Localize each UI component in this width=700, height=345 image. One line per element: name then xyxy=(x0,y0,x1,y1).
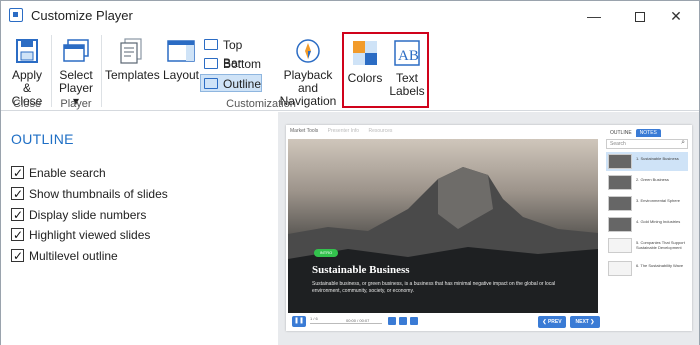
group-label-player: Player xyxy=(60,98,92,110)
player-sidebar: OUTLINENOTES Search 1. Sustainable Busin… xyxy=(604,127,690,327)
show-thumbnails-checkbox[interactable]: Show thumbnails of slides xyxy=(11,186,168,202)
layout-button[interactable]: Layout xyxy=(161,37,201,82)
playback-label-1: Playback and xyxy=(283,68,333,95)
volume-icon[interactable] xyxy=(399,317,407,325)
outline-item[interactable]: 6. The Sustainability Wave xyxy=(606,259,688,278)
templates-label: Templates xyxy=(105,68,160,82)
compass-icon xyxy=(296,39,320,63)
templates-icon xyxy=(120,38,142,64)
ribbon-separator xyxy=(101,35,102,107)
slide-thumbnail xyxy=(608,175,632,190)
outline-settings-panel: OUTLINE Enable search Show thumbnails of… xyxy=(1,112,278,345)
slide-thumbnail xyxy=(608,196,632,211)
title-bar: Customize Player — ✕ xyxy=(1,1,699,31)
option-label: Highlight viewed slides xyxy=(29,228,151,242)
outline-heading: OUTLINE xyxy=(11,131,74,147)
checkbox-checked-icon xyxy=(11,227,24,243)
tab-notes[interactable]: NOTES xyxy=(635,129,661,137)
outline-item[interactable]: 3. Environmental Sphere xyxy=(606,194,688,213)
top-bar-icon xyxy=(204,39,218,50)
colors-text-labels-highlight xyxy=(342,32,429,108)
player-tab[interactable]: Resources xyxy=(368,128,392,134)
bottom-bar-icon xyxy=(204,58,218,69)
layout-icon xyxy=(167,40,195,62)
layout-label: Layout xyxy=(162,68,200,82)
templates-button[interactable]: Templates xyxy=(105,37,160,82)
slide-badge: INTRO xyxy=(314,249,338,257)
option-label: Enable search xyxy=(29,166,106,180)
outline-item-label: 5. Companies That Support Sustainable De… xyxy=(636,240,685,250)
outline-item[interactable]: 1. Sustainable Business xyxy=(606,152,688,171)
checkbox-checked-icon xyxy=(11,248,24,264)
slide-canvas: INTRO Sustainable Business Sustainable b… xyxy=(288,139,598,313)
slide-counter: 1 / 6 xyxy=(310,316,318,321)
display-slide-numbers-checkbox[interactable]: Display slide numbers xyxy=(11,207,146,223)
outline-item-label: 6. The Sustainability Wave xyxy=(636,263,684,268)
multilevel-outline-checkbox[interactable]: Multilevel outline xyxy=(11,248,118,264)
outline-item-label: 4. Gold Mining Industries xyxy=(636,219,681,224)
app-icon xyxy=(9,8,23,22)
player-tab[interactable]: Market Tools xyxy=(290,128,318,134)
group-label-close: Close xyxy=(12,98,42,110)
highlight-viewed-checkbox[interactable]: Highlight viewed slides xyxy=(11,227,150,243)
maximize-icon xyxy=(635,12,645,23)
ribbon: Apply & Close Close Select Player ▾ Play… xyxy=(1,31,699,111)
checkbox-checked-icon xyxy=(11,165,24,181)
save-icon xyxy=(16,39,38,63)
minimize-button[interactable]: — xyxy=(571,1,617,31)
replay-icon[interactable] xyxy=(388,317,396,325)
sidebar-tabs: OUTLINE NOTES xyxy=(606,129,661,137)
slide-body-text: Sustainable business, or green business,… xyxy=(312,281,556,294)
slide-title: Sustainable Business xyxy=(312,264,410,276)
group-label-customization: Customization xyxy=(226,98,296,110)
slide-thumbnail xyxy=(608,154,632,169)
option-label: Display slide numbers xyxy=(29,208,147,222)
prev-button[interactable]: ❮ PREV xyxy=(538,316,566,328)
tab-outline[interactable]: OUTLINE xyxy=(606,129,636,137)
slide-thumbnail xyxy=(608,238,632,253)
checkbox-checked-icon xyxy=(11,186,24,202)
outline-item[interactable]: 2. Green Business xyxy=(606,173,688,192)
player-top-tabs: Market Tools Presenter Info Resources xyxy=(290,128,400,134)
player-controls: ❚❚ 1 / 6 00:00 / 00:07 ❮ PREV NEXT ❯ xyxy=(288,315,600,329)
player-preview-area: Market Tools Presenter Info Resources IN… xyxy=(278,112,699,345)
player-window-icon xyxy=(63,39,89,62)
bottom-bar-button[interactable]: Bottom Bar xyxy=(201,55,275,89)
checkbox-checked-icon xyxy=(11,207,24,223)
enable-search-checkbox[interactable]: Enable search xyxy=(11,165,106,181)
slide-thumbnail xyxy=(608,261,632,276)
ribbon-separator xyxy=(51,35,52,107)
outline-item[interactable]: 4. Gold Mining Industries xyxy=(606,215,688,234)
player-preview: Market Tools Presenter Info Resources IN… xyxy=(286,125,692,331)
outline-item-label: 1. Sustainable Business xyxy=(636,156,679,161)
option-label: Show thumbnails of slides xyxy=(29,187,168,201)
outline-icon xyxy=(204,78,218,89)
top-bar-button[interactable]: Top Bar xyxy=(201,36,261,70)
progress-track[interactable] xyxy=(310,323,382,324)
outline-label: Outline xyxy=(223,77,262,91)
window-title: Customize Player xyxy=(31,8,133,23)
next-button[interactable]: NEXT ❯ xyxy=(570,316,600,328)
fullscreen-icon[interactable] xyxy=(410,317,418,325)
customize-player-window: Customize Player — ✕ Apply & Close Close… xyxy=(0,0,700,345)
slide-thumbnail xyxy=(608,217,632,232)
player-tab[interactable]: Presenter Info xyxy=(328,128,359,134)
pause-button[interactable]: ❚❚ xyxy=(292,316,306,327)
outline-item-label: 2. Green Business xyxy=(636,177,669,182)
outline-item-label: 3. Environmental Sphere xyxy=(636,198,681,203)
close-button[interactable]: ✕ xyxy=(653,1,699,31)
time-readout: 00:00 / 00:07 xyxy=(346,318,370,323)
option-label: Multilevel outline xyxy=(29,249,118,263)
outline-item[interactable]: 5. Companies That Support Sustainable De… xyxy=(606,236,688,255)
sidebar-search-input[interactable]: Search xyxy=(606,139,688,149)
outline-button[interactable]: Outline xyxy=(200,74,262,92)
